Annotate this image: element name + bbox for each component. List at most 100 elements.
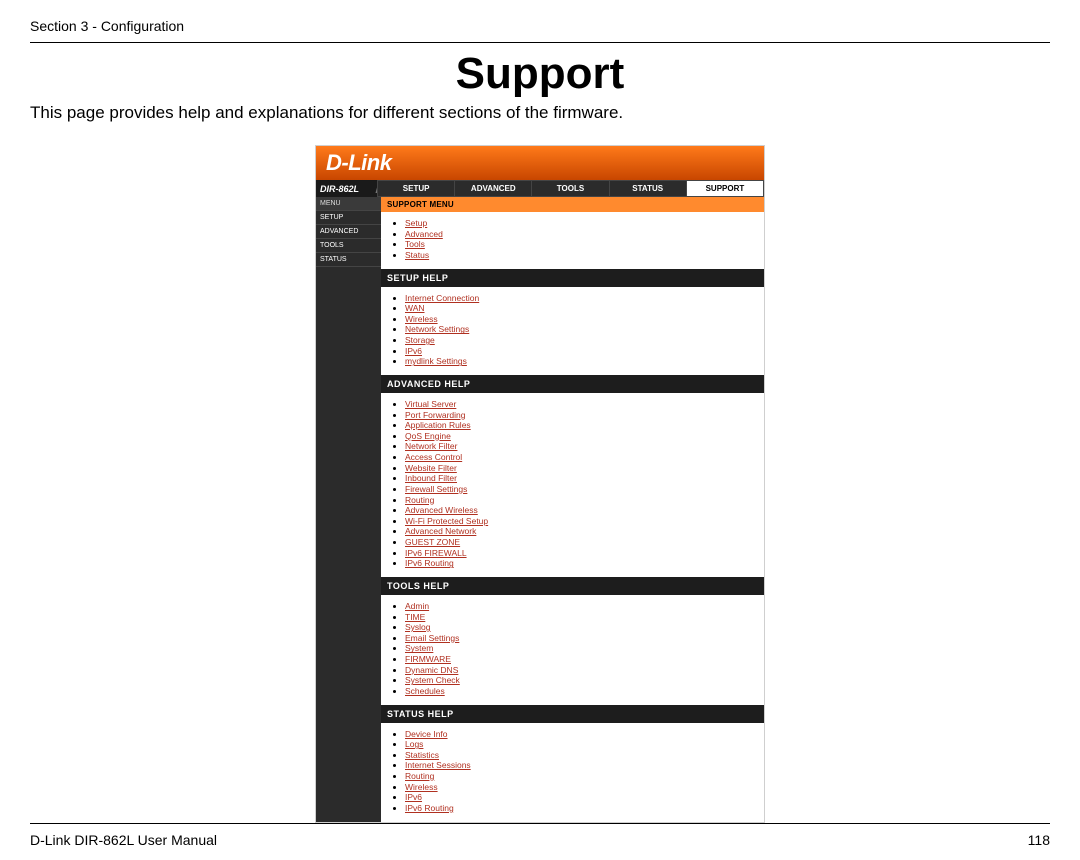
help-link[interactable]: System (405, 643, 433, 653)
list-item: Syslog (405, 622, 756, 633)
tab-status[interactable]: STATUS (610, 180, 687, 197)
list-item: Dynamic DNS (405, 665, 756, 676)
list-item: Status (405, 250, 756, 261)
help-link[interactable]: Storage (405, 335, 435, 345)
help-link[interactable]: Routing (405, 771, 434, 781)
help-link[interactable]: Status (405, 250, 429, 260)
tab-tools[interactable]: TOOLS (532, 180, 609, 197)
help-link[interactable]: Statistics (405, 750, 439, 760)
list-item: System Check (405, 675, 756, 686)
tab-support[interactable]: SUPPORT (687, 180, 764, 197)
help-link[interactable]: Firewall Settings (405, 484, 467, 494)
list-item: TIME (405, 612, 756, 623)
help-link[interactable]: Network Settings (405, 324, 469, 334)
list-item: Statistics (405, 750, 756, 761)
help-link[interactable]: Admin (405, 601, 429, 611)
page-title: Support (30, 49, 1050, 99)
figure-router-ui: D-Link DIR-862L / / / SETUPADVANCEDTOOLS… (30, 145, 1050, 823)
help-link[interactable]: Tools (405, 239, 425, 249)
list-item: Inbound Filter (405, 473, 756, 484)
list-item: IPv6 (405, 346, 756, 357)
list-item: Access Control (405, 452, 756, 463)
section-label: Section 3 - Configuration (30, 18, 1050, 43)
help-link[interactable]: Inbound Filter (405, 473, 457, 483)
help-link[interactable]: Advanced (405, 229, 443, 239)
help-link[interactable]: Advanced Wireless (405, 505, 478, 515)
list-item: Storage (405, 335, 756, 346)
section-links: AdminTIMESyslogEmail SettingsSystemFIRMW… (381, 595, 764, 705)
help-link[interactable]: Wi-Fi Protected Setup (405, 516, 488, 526)
list-item: Network Settings (405, 324, 756, 335)
help-link[interactable]: Virtual Server (405, 399, 456, 409)
help-link[interactable]: TIME (405, 612, 425, 622)
section-links: Device InfoLogsStatisticsInternet Sessio… (381, 723, 764, 822)
help-link[interactable]: Port Forwarding (405, 410, 465, 420)
help-link[interactable]: Access Control (405, 452, 462, 462)
help-link[interactable]: Syslog (405, 622, 431, 632)
list-item: Setup (405, 218, 756, 229)
help-link[interactable]: Email Settings (405, 633, 459, 643)
list-item: Wireless (405, 314, 756, 325)
support-menu-links: SetupAdvancedToolsStatus (381, 212, 764, 269)
help-link[interactable]: Advanced Network (405, 526, 476, 536)
sidebar-item-tools[interactable]: TOOLS (316, 239, 381, 253)
list-item: IPv6 FIREWALL (405, 548, 756, 559)
help-link[interactable]: IPv6 (405, 346, 422, 356)
list-item: Advanced (405, 229, 756, 240)
list-item: Internet Connection (405, 293, 756, 304)
section-heading: SETUP HELP (381, 269, 764, 287)
list-item: Virtual Server (405, 399, 756, 410)
tab-advanced[interactable]: ADVANCED (455, 180, 532, 197)
help-link[interactable]: Website Filter (405, 463, 457, 473)
router-header-bar: D-Link (316, 146, 764, 180)
list-item: Internet Sessions (405, 760, 756, 771)
list-item: Port Forwarding (405, 410, 756, 421)
list-item: IPv6 Routing (405, 803, 756, 814)
list-item: Advanced Network (405, 526, 756, 537)
list-item: Network Filter (405, 441, 756, 452)
help-link[interactable]: QoS Engine (405, 431, 451, 441)
list-item: IPv6 (405, 792, 756, 803)
help-link[interactable]: Application Rules (405, 420, 471, 430)
help-link[interactable]: FIRMWARE (405, 654, 451, 664)
sidebar-item-status[interactable]: STATUS (316, 253, 381, 267)
list-item: Admin (405, 601, 756, 612)
help-link[interactable]: WAN (405, 303, 425, 313)
router-window: D-Link DIR-862L / / / SETUPADVANCEDTOOLS… (315, 145, 765, 823)
help-link[interactable]: IPv6 Routing (405, 803, 454, 813)
section-links: Virtual ServerPort ForwardingApplication… (381, 393, 764, 577)
help-link[interactable]: GUEST ZONE (405, 537, 460, 547)
help-link[interactable]: Network Filter (405, 441, 457, 451)
section-heading: STATUS HELP (381, 705, 764, 723)
help-link[interactable]: Wireless (405, 782, 438, 792)
list-item: Logs (405, 739, 756, 750)
help-link[interactable]: Routing (405, 495, 434, 505)
model-tab-row: DIR-862L / / / SETUPADVANCEDTOOLSSTATUSS… (316, 180, 764, 197)
help-link[interactable]: Dynamic DNS (405, 665, 458, 675)
section-links: Internet ConnectionWANWirelessNetwork Se… (381, 287, 764, 375)
help-link[interactable]: Device Info (405, 729, 448, 739)
help-link[interactable]: IPv6 Routing (405, 558, 454, 568)
section-heading: ADVANCED HELP (381, 375, 764, 393)
help-link[interactable]: IPv6 (405, 792, 422, 802)
page-footer: D-Link DIR-862L User Manual 118 (30, 823, 1050, 860)
help-link[interactable]: System Check (405, 675, 460, 685)
sidebar-item-advanced[interactable]: ADVANCED (316, 225, 381, 239)
help-link[interactable]: Wireless (405, 314, 438, 324)
content-panel: SUPPORT MENUSetupAdvancedToolsStatusSETU… (381, 197, 764, 822)
list-item: mydlink Settings (405, 356, 756, 367)
help-link[interactable]: mydlink Settings (405, 356, 467, 366)
help-link[interactable]: Internet Connection (405, 293, 479, 303)
help-link[interactable]: Schedules (405, 686, 445, 696)
help-link[interactable]: Setup (405, 218, 427, 228)
dlink-logo: D-Link (326, 150, 391, 176)
list-item: System (405, 643, 756, 654)
help-link[interactable]: IPv6 FIREWALL (405, 548, 467, 558)
section-heading: TOOLS HELP (381, 577, 764, 595)
help-link[interactable]: Logs (405, 739, 423, 749)
list-item: Application Rules (405, 420, 756, 431)
list-item: Firewall Settings (405, 484, 756, 495)
help-link[interactable]: Internet Sessions (405, 760, 471, 770)
tab-setup[interactable]: SETUP (378, 180, 455, 197)
sidebar-item-setup[interactable]: SETUP (316, 211, 381, 225)
